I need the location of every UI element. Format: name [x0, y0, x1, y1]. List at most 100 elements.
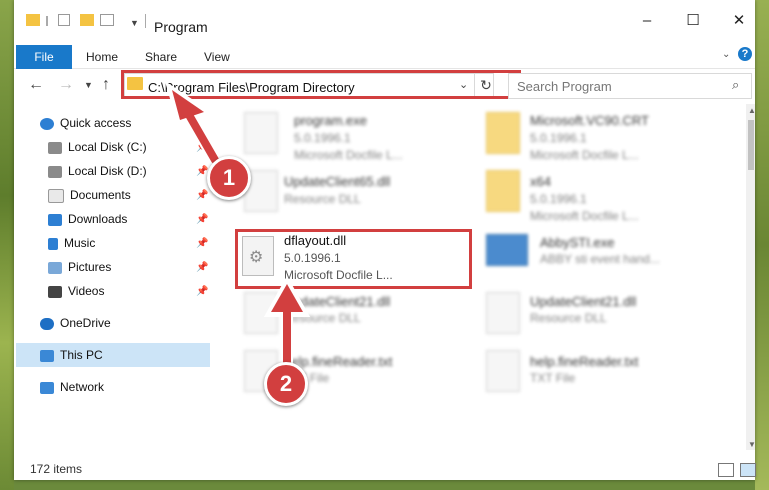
sidebar-item-downloads[interactable]: Downloads: [48, 208, 127, 230]
sidebar-item-label: This PC: [60, 348, 103, 362]
sidebar-item-label: Documents: [70, 188, 131, 202]
search-icon[interactable]: ⌕: [732, 77, 739, 93]
sidebar-item-music[interactable]: Music: [48, 232, 95, 254]
step-badge-1: 1: [207, 156, 251, 200]
file-type: Resource DLL: [530, 311, 607, 325]
file-type: Resource DLL: [284, 192, 361, 206]
file-name[interactable]: UpdateClient65.dll: [284, 174, 390, 189]
scroll-down-icon[interactable]: ▼: [748, 440, 756, 449]
properties-icon[interactable]: [58, 14, 70, 26]
minimize-button[interactable]: –: [640, 13, 654, 28]
drive-icon: [48, 165, 62, 178]
file-description: Microsoft Docfile L...: [294, 148, 403, 162]
desktop-background-right: [755, 0, 769, 490]
dll-file-icon[interactable]: [242, 236, 274, 276]
sidebar-item-videos[interactable]: Videos: [48, 280, 104, 302]
pin-icon[interactable]: 📌: [196, 262, 208, 273]
sidebar-item-quick-access[interactable]: Quick access: [40, 112, 131, 134]
video-icon: [48, 285, 62, 298]
file-name[interactable]: help.fineReader.txt: [530, 354, 638, 369]
file-name[interactable]: program.exe: [294, 113, 367, 128]
step-badge-2: 2: [264, 362, 308, 406]
chevron-down-icon[interactable]: ▼: [130, 18, 139, 34]
large-icons-view-button[interactable]: [740, 463, 756, 477]
help-button[interactable]: ?: [738, 47, 752, 61]
expand-ribbon-icon[interactable]: ⌄: [722, 49, 730, 60]
forward-button[interactable]: →: [58, 76, 74, 94]
file-type: TXT File: [530, 371, 576, 385]
file-icon[interactable]: [486, 350, 520, 392]
scroll-thumb[interactable]: [748, 120, 754, 170]
app-icon[interactable]: [486, 234, 528, 266]
tab-view[interactable]: View: [204, 50, 230, 64]
maximize-button[interactable]: ☐: [686, 13, 700, 28]
sidebar-item-label: Downloads: [68, 212, 128, 226]
sidebar-item-this-pc[interactable]: This PC: [40, 344, 103, 366]
music-icon: [48, 237, 58, 250]
file-name[interactable]: UpdateClient21.dll: [284, 294, 390, 309]
status-item-count: 172 items: [30, 462, 83, 476]
address-bar-highlight: [121, 70, 521, 99]
sidebar-item-label: Local Disk (D:): [68, 164, 147, 178]
file-description: Microsoft Docfile L...: [284, 268, 393, 282]
desktop-background-left: [0, 0, 14, 490]
up-button[interactable]: ↑: [102, 76, 110, 94]
sidebar-item-label: Music: [64, 236, 96, 250]
sidebar-item-pictures[interactable]: Pictures: [48, 256, 111, 278]
star-icon: [40, 117, 54, 130]
download-icon: [48, 213, 62, 226]
recent-locations-icon[interactable]: ▼: [84, 80, 93, 90]
file-name[interactable]: x64: [530, 174, 551, 189]
file-icon[interactable]: [486, 292, 520, 334]
scroll-up-icon[interactable]: ▲: [748, 106, 756, 115]
file-name[interactable]: AbbySTI.exe: [540, 235, 614, 250]
cloud-icon: [40, 317, 54, 330]
new-folder-icon[interactable]: [80, 14, 94, 26]
pin-icon[interactable]: 📌: [196, 238, 208, 249]
pin-icon[interactable]: 📌: [196, 142, 208, 153]
folder-icon[interactable]: [486, 112, 520, 154]
customize-icon[interactable]: [100, 14, 114, 26]
sidebar-item-label: Network: [60, 380, 105, 394]
sidebar-item-label: Pictures: [68, 260, 112, 274]
pin-icon[interactable]: 📌: [196, 286, 208, 297]
sidebar-item-label: OneDrive: [60, 316, 111, 330]
drive-icon: [48, 141, 62, 154]
file-icon[interactable]: [244, 112, 278, 154]
file-name[interactable]: UpdateClient21.dll: [530, 294, 636, 309]
sidebar-item-documents[interactable]: Documents: [48, 184, 131, 206]
pictures-icon: [48, 261, 62, 274]
file-description: ABBY sti event hand...: [540, 252, 660, 266]
file-version: 5.0.1996.1: [294, 131, 351, 145]
sidebar-item-local-disk-d[interactable]: Local Disk (D:): [48, 160, 147, 182]
tab-home[interactable]: Home: [86, 50, 118, 64]
title-separator: [145, 14, 146, 28]
file-icon[interactable]: [244, 292, 278, 334]
ribbon: [14, 40, 755, 69]
file-version: 5.0.1996.1: [530, 131, 587, 145]
tab-file[interactable]: File: [16, 45, 72, 69]
file-name-dflayout[interactable]: dflayout.dll: [284, 233, 346, 248]
sidebar-item-label: Quick access: [60, 116, 132, 130]
sidebar-item-network[interactable]: Network: [40, 376, 104, 398]
tab-share[interactable]: Share: [145, 50, 177, 64]
folder-icon[interactable]: [486, 170, 520, 212]
separator-icon: [46, 16, 48, 26]
network-icon: [40, 381, 54, 394]
details-view-button[interactable]: [718, 463, 734, 477]
file-version: 5.0.1996.1: [284, 251, 341, 265]
file-type: Resource DLL: [284, 311, 361, 325]
search-placeholder: Search Program: [517, 79, 612, 94]
file-description: Microsoft Docfile L...: [530, 148, 639, 162]
window-title: Program: [154, 19, 208, 35]
file-version: 5.0.1996.1: [530, 192, 587, 206]
folder-icon: [26, 14, 40, 26]
sidebar-item-local-disk-c[interactable]: Local Disk (C:): [48, 136, 147, 158]
document-icon: [48, 188, 64, 203]
close-button[interactable]: ✕: [732, 13, 746, 28]
pin-icon[interactable]: 📌: [196, 214, 208, 225]
back-button[interactable]: ←: [28, 76, 44, 94]
pin-icon[interactable]: 📌: [196, 190, 208, 201]
sidebar-item-onedrive[interactable]: OneDrive: [40, 312, 111, 334]
file-name[interactable]: Microsoft.VC90.CRT: [530, 113, 649, 128]
